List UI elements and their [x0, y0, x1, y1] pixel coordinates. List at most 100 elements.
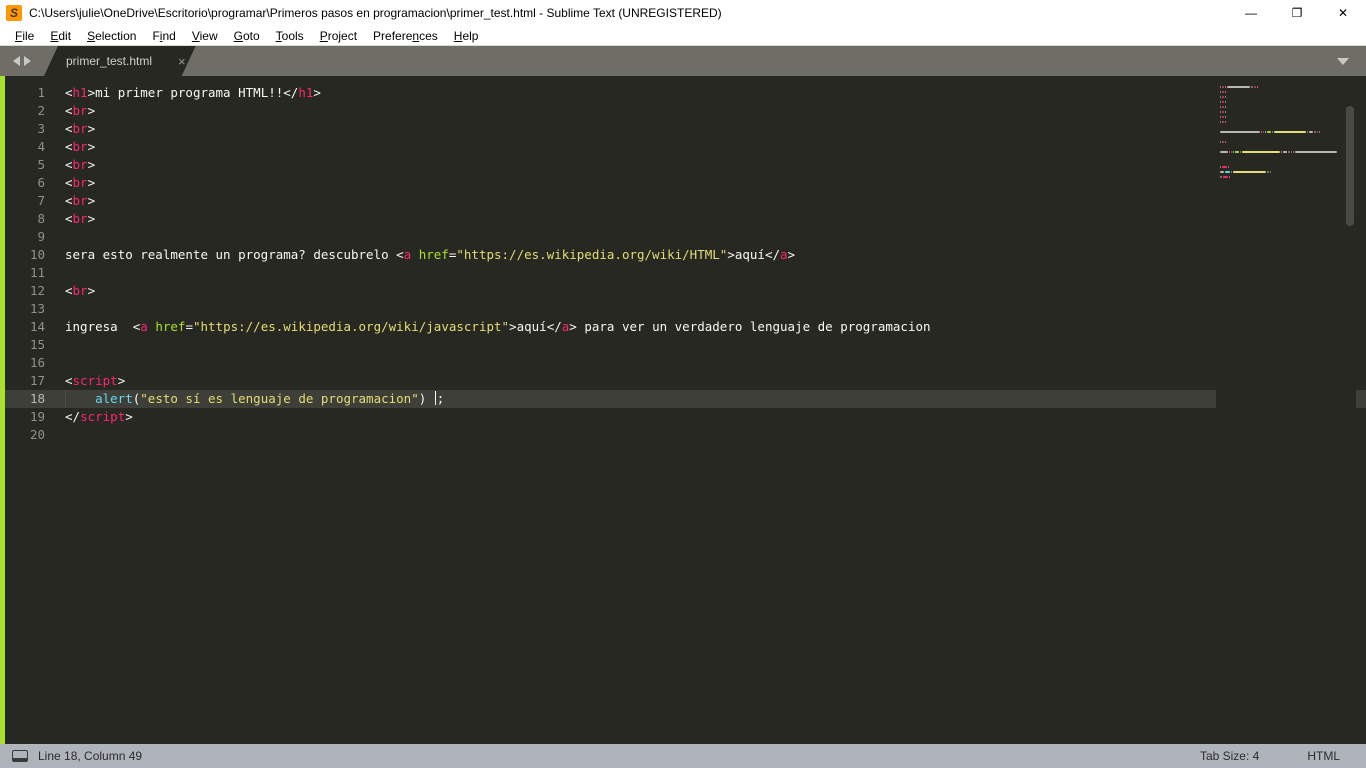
code-line[interactable]: <br>	[55, 102, 1366, 120]
code-token: >	[509, 319, 517, 334]
line-number: 17	[29, 373, 45, 388]
code-token: br	[72, 121, 88, 136]
code-token: href	[155, 319, 186, 334]
close-icon[interactable]: ×	[178, 55, 186, 68]
code-minimap[interactable]	[1216, 76, 1356, 744]
code-token: br	[72, 139, 88, 154]
tab-primer-test-html[interactable]: primer_test.html ×	[44, 46, 196, 76]
code-line[interactable]	[55, 264, 1366, 282]
code-line[interactable]: sera esto realmente un programa? descubr…	[55, 246, 1366, 264]
code-line[interactable]: <br>	[55, 138, 1366, 156]
menu-project[interactable]: Project	[312, 27, 365, 45]
menu-view[interactable]: View	[184, 27, 226, 45]
window-title: C:\Users\julie\OneDrive\Escritorio\progr…	[29, 6, 722, 20]
prev-tab-arrow-icon[interactable]	[13, 56, 20, 66]
code-line[interactable]	[55, 228, 1366, 246]
line-number: 13	[29, 301, 45, 316]
code-token: <	[65, 85, 73, 100]
code-line[interactable]	[55, 426, 1366, 444]
title-bar: C:\Users\julie\OneDrive\Escritorio\progr…	[0, 0, 1366, 26]
code-token: <	[65, 103, 73, 118]
line-number: 14	[29, 319, 45, 334]
code-content[interactable]: <h1>mi primer programa HTML!!</h1> <br> <b…	[55, 76, 1366, 744]
menu-find[interactable]: Find	[144, 27, 183, 45]
code-line[interactable]: <br>	[55, 210, 1366, 228]
code-token: <	[65, 175, 73, 190]
line-number: 7	[37, 193, 45, 208]
code-token: br	[72, 157, 88, 172]
code-line[interactable]: <h1>mi primer programa HTML!!</h1>	[55, 84, 1366, 102]
line-number: 18	[5, 390, 55, 408]
code-line[interactable]	[55, 354, 1366, 372]
code-token: >	[125, 409, 133, 424]
menu-selection[interactable]: Selection	[79, 27, 144, 45]
code-token: >	[87, 157, 96, 172]
code-token: </	[546, 319, 562, 334]
minimap-scrollbar[interactable]	[1346, 106, 1354, 226]
line-number: 8	[37, 211, 45, 226]
code-token: "esto sí es lenguaje de programacion"	[140, 391, 419, 406]
code-token: <	[65, 193, 73, 208]
code-line[interactable]: <script>	[55, 372, 1366, 390]
tab-navigation-arrows[interactable]	[0, 46, 44, 76]
code-token: >	[87, 193, 96, 208]
menu-bar: File Edit Selection Find View Goto Tools Projec…	[0, 26, 1366, 46]
line-number: 16	[29, 355, 45, 370]
menu-preferences[interactable]: Preferences	[365, 27, 446, 45]
tab-size-label[interactable]: Tab Size: 4	[1200, 749, 1259, 763]
tab-label: primer_test.html	[66, 54, 153, 68]
minimap-line	[1216, 179, 1356, 184]
status-bar-right: Tab Size: 4 HTML	[1200, 749, 1366, 763]
code-token: <	[65, 283, 73, 298]
code-token: </	[764, 247, 781, 262]
menu-file[interactable]: File	[7, 27, 42, 45]
code-token: alert	[95, 391, 133, 406]
code-line[interactable]: alert("esto sí es lenguaje de programaci…	[55, 390, 1366, 408]
sublime-text-icon	[6, 5, 22, 21]
code-line[interactable]: ingresa <a href="https://es.wikipedia.or…	[55, 318, 1366, 336]
line-number: 20	[29, 427, 45, 442]
close-button[interactable]: ✕	[1320, 0, 1366, 26]
code-token: >	[727, 247, 735, 262]
code-token: <	[396, 247, 404, 262]
code-token: >	[569, 319, 577, 334]
code-line[interactable]	[55, 336, 1366, 354]
tab-list-dropdown-button[interactable]	[1320, 46, 1366, 76]
code-token: <	[65, 373, 73, 388]
line-number: 5	[37, 157, 45, 172]
next-tab-arrow-icon[interactable]	[24, 56, 31, 66]
code-line[interactable]: <br>	[55, 174, 1366, 192]
menu-help[interactable]: Help	[446, 27, 487, 45]
maximize-restore-button[interactable]: ❐	[1274, 0, 1320, 26]
code-token: mi primer programa HTML!!	[95, 85, 284, 100]
code-line[interactable]	[55, 300, 1366, 318]
code-token: )	[418, 391, 434, 406]
line-number: 1	[37, 85, 45, 100]
sidebar-toggle-icon[interactable]	[12, 750, 28, 762]
editor-area[interactable]: 1 2 3 4 5 6 7 8 9 10 11 12 13 14 15 16 17 18 19 20 <h1>mi p…	[0, 76, 1366, 744]
code-token: br	[72, 103, 88, 118]
code-token: a	[780, 247, 788, 262]
code-line[interactable]: </script>	[55, 408, 1366, 426]
menu-goto[interactable]: Goto	[226, 27, 268, 45]
code-token: ingresa	[65, 319, 133, 334]
code-token: >	[787, 247, 796, 262]
minimize-button[interactable]: —	[1228, 0, 1274, 26]
code-token: <	[65, 139, 73, 154]
code-token: h1	[72, 85, 88, 100]
code-line[interactable]: <br>	[55, 156, 1366, 174]
code-line[interactable]: <br>	[55, 282, 1366, 300]
code-token: script	[72, 373, 118, 388]
code-token: href	[418, 247, 449, 262]
line-number-gutter: 1 2 3 4 5 6 7 8 9 10 11 12 13 14 15 16 17 18 19 20	[5, 76, 55, 744]
syntax-label[interactable]: HTML	[1307, 749, 1340, 763]
code-token: ;	[436, 391, 445, 406]
code-line[interactable]: <br>	[55, 192, 1366, 210]
menu-edit[interactable]: Edit	[42, 27, 79, 45]
line-number: 4	[37, 139, 45, 154]
code-token: </	[283, 85, 299, 100]
code-line[interactable]: <br>	[55, 120, 1366, 138]
menu-tools[interactable]: Tools	[268, 27, 312, 45]
line-number: 6	[37, 175, 45, 190]
